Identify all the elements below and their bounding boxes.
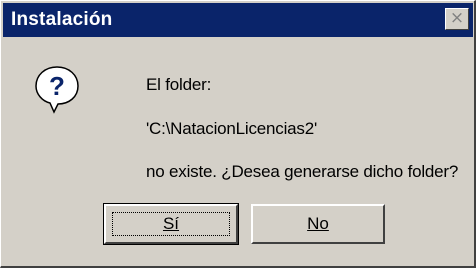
message-line-3: no existe. ¿Desea generarse dicho folder… <box>146 162 459 181</box>
yes-button[interactable]: Sí <box>103 203 239 245</box>
dialog-window: Instalación × ? El folder: 'C:\NatacionL… <box>0 0 476 268</box>
close-button[interactable]: × <box>445 8 469 30</box>
question-glyph: ? <box>49 71 65 101</box>
no-button-label: No <box>307 214 329 233</box>
message-line-2: 'C:\NatacionLicencias2' <box>146 119 318 138</box>
close-icon: × <box>449 8 465 28</box>
question-icon: ? <box>35 66 79 114</box>
message-line-1: El folder: <box>146 75 212 94</box>
window-title: Instalación <box>11 9 113 30</box>
no-button[interactable]: No <box>251 204 385 244</box>
yes-button-label: Sí <box>162 214 180 233</box>
title-bar[interactable]: Instalación × <box>3 3 473 37</box>
